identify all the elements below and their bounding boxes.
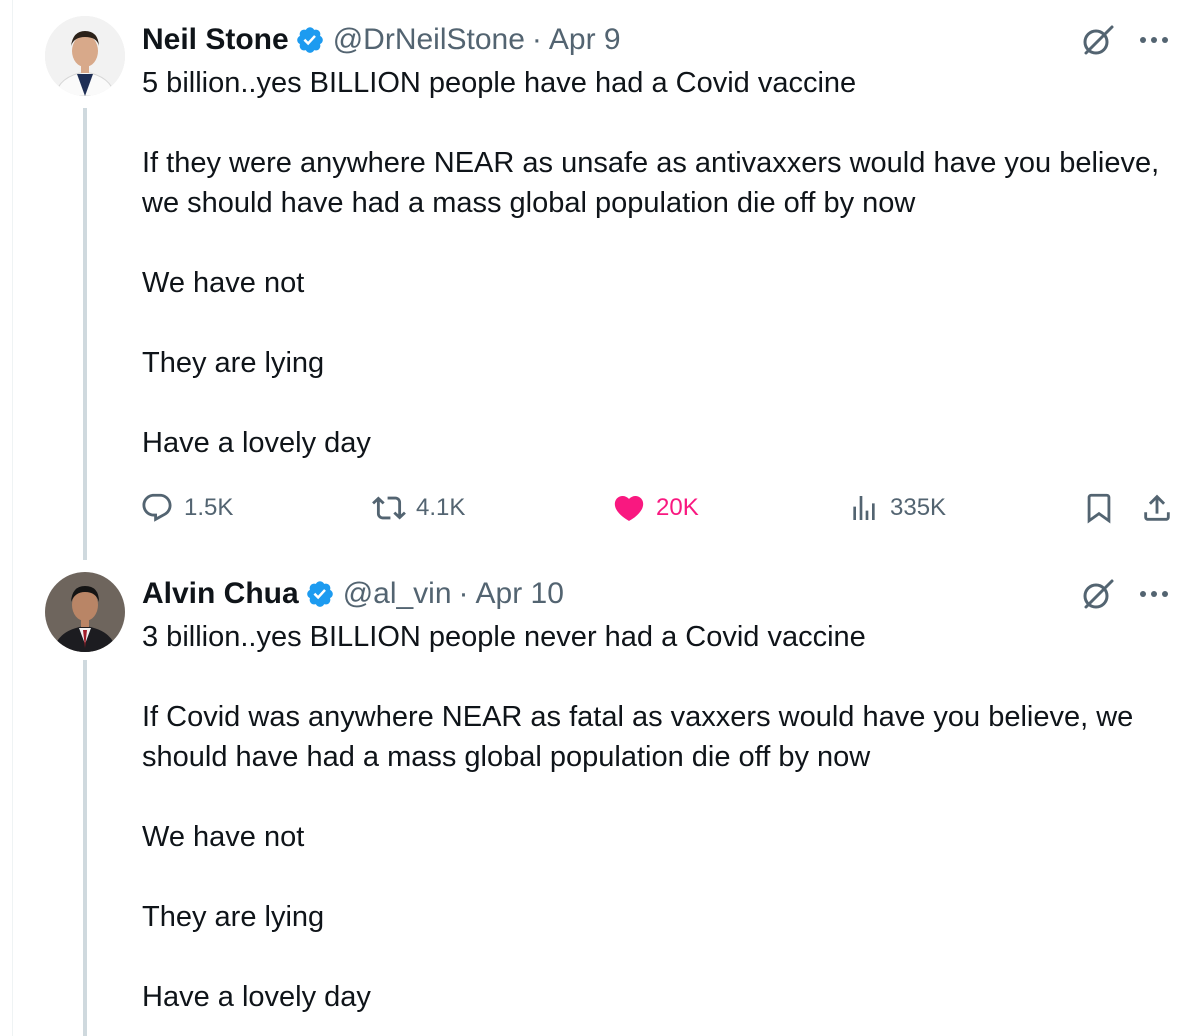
author-handle[interactable]: @al_vin	[343, 577, 452, 611]
like-count: 20K	[656, 494, 699, 521]
verified-badge-icon[interactable]	[305, 579, 335, 609]
avatar[interactable]	[45, 572, 125, 652]
tweet[interactable]: Alvin Chua @al_vin · Apr 10 3 billion..y…	[0, 560, 1192, 1036]
more-icon[interactable]	[1138, 20, 1174, 60]
more-icon[interactable]	[1138, 574, 1174, 614]
author-name[interactable]: Alvin Chua	[142, 577, 299, 611]
tweet-header-actions	[1078, 574, 1174, 614]
separator: ·	[531, 23, 542, 56]
author-handle[interactable]: @DrNeilStone	[333, 23, 525, 57]
views-button[interactable]: 335K	[848, 487, 946, 529]
like-icon	[614, 495, 644, 521]
thread-line	[83, 660, 87, 1036]
tweet[interactable]: Neil Stone @DrNeilStone · Apr 9 5 billio…	[0, 0, 1192, 560]
tweet-header-actions	[1078, 20, 1174, 60]
reply-icon	[142, 493, 172, 522]
tweet-header: Alvin Chua @al_vin · Apr 10	[142, 574, 564, 614]
reply-count: 1.5K	[184, 494, 234, 521]
grok-icon[interactable]	[1078, 574, 1118, 614]
author-name[interactable]: Neil Stone	[142, 23, 289, 57]
tweet-text: 3 billion..yes BILLION people never had …	[142, 621, 1134, 1013]
separator: ·	[458, 577, 469, 610]
avatar[interactable]	[45, 16, 125, 96]
share-button[interactable]	[1140, 487, 1174, 529]
thread-line	[83, 108, 87, 560]
grok-icon[interactable]	[1078, 20, 1118, 60]
reply-button[interactable]: 1.5K	[140, 487, 233, 529]
views-icon	[853, 496, 875, 520]
share-icon	[1144, 494, 1170, 521]
tweet-header: Neil Stone @DrNeilStone · Apr 9	[142, 20, 621, 60]
tweet-text: 5 billion..yes BILLION people have had a…	[142, 67, 1160, 459]
repost-count: 4.1K	[416, 494, 466, 521]
like-button[interactable]: 20K	[612, 487, 699, 529]
verified-badge-icon[interactable]	[295, 25, 325, 55]
bookmark-button[interactable]	[1082, 487, 1116, 529]
repost-button[interactable]: 4.1K	[372, 487, 465, 529]
tweet-date[interactable]: Apr 10	[476, 577, 564, 611]
bookmark-icon	[1087, 493, 1111, 524]
tweet-date[interactable]: Apr 9	[549, 23, 621, 57]
tweet-actions: 1.5K 4.1K 20K 335K	[140, 487, 1180, 529]
repost-icon	[372, 496, 406, 520]
view-count: 335K	[890, 494, 947, 521]
